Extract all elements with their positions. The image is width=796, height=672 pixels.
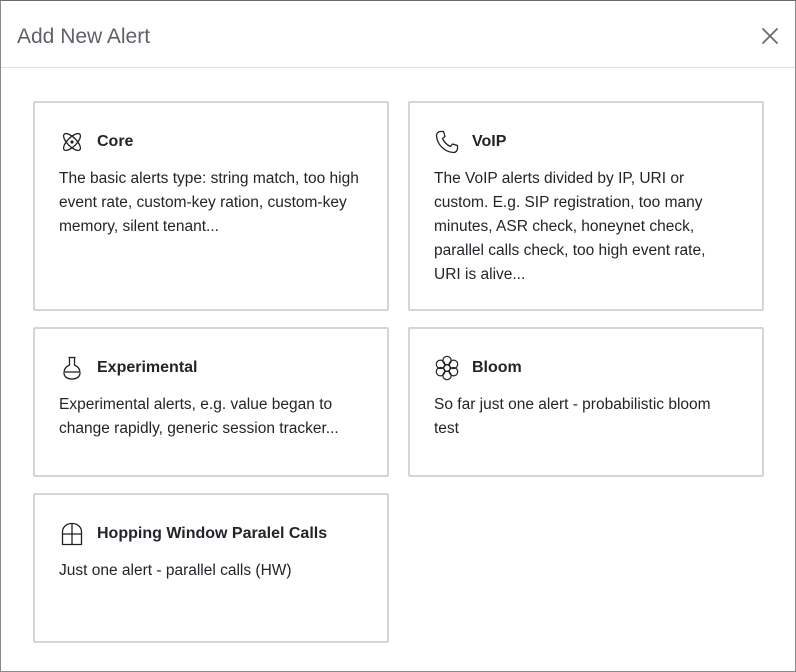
- alert-card-voip[interactable]: VoIP The VoIP alerts divided by IP, URI …: [408, 101, 764, 311]
- card-header: VoIP: [434, 129, 506, 155]
- card-title: Hopping Window Paralel Calls: [97, 525, 328, 542]
- card-header: Experimental: [59, 355, 197, 381]
- phone-icon: [434, 129, 460, 155]
- card-description: The basic alerts type: string match, too…: [59, 170, 359, 235]
- alert-card-hopping-window[interactable]: Hopping Window Paralel Calls Just one al…: [33, 493, 389, 643]
- card-header: Core: [59, 129, 133, 155]
- flask-icon: [59, 355, 85, 381]
- card-description: The VoIP alerts divided by IP, URI or cu…: [434, 170, 706, 283]
- card-description: So far just one alert - probabilistic bl…: [434, 396, 711, 437]
- card-description: Experimental alerts, e.g. value began to…: [59, 396, 339, 437]
- modal-header: Add New Alert: [1, 1, 795, 68]
- close-icon: [762, 28, 778, 44]
- close-button[interactable]: [759, 25, 781, 47]
- card-title: Experimental: [97, 359, 198, 376]
- modal-title: Add New Alert: [17, 25, 151, 48]
- atom-icon: [59, 129, 85, 155]
- card-title: VoIP: [472, 133, 507, 150]
- card-description: Just one alert - parallel calls (HW): [59, 562, 292, 579]
- add-alert-modal: Add New Alert Core The basic alerts type…: [0, 0, 796, 672]
- card-header: Bloom: [434, 355, 522, 381]
- alert-card-core[interactable]: Core The basic alerts type: string match…: [33, 101, 389, 311]
- window-icon: [59, 521, 85, 547]
- alert-card-experimental[interactable]: Experimental Experimental alerts, e.g. v…: [33, 327, 389, 477]
- card-title: Core: [97, 133, 134, 150]
- card-title: Bloom: [472, 359, 522, 376]
- flower-icon: [434, 355, 460, 381]
- card-header: Hopping Window Paralel Calls: [59, 521, 327, 547]
- alert-card-bloom[interactable]: Bloom So far just one alert - probabilis…: [408, 327, 764, 477]
